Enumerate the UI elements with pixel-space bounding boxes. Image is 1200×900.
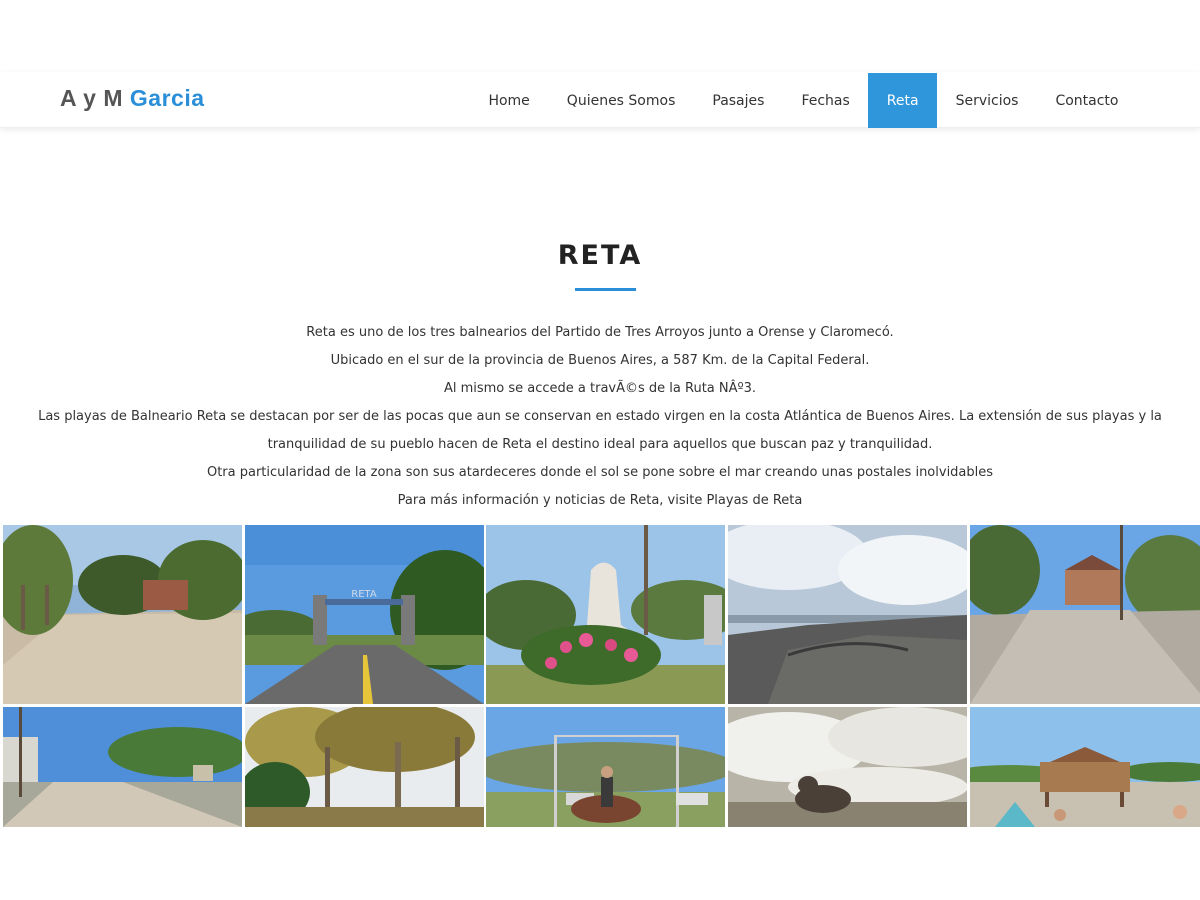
gallery-photo-street-houses[interactable] [970,525,1200,704]
site-logo[interactable]: A y M Garcia [60,85,205,112]
paragraph: Al mismo se accede a travÃ©s de la Ruta … [443,381,757,396]
nav-item-servicios[interactable]: Servicios [937,73,1037,128]
gallery-photo-entrance-gate[interactable]: RETA [245,525,484,704]
gallery-photo-sea-lion[interactable] [728,707,967,827]
logo-text-primary: A y M [60,85,123,111]
paragraph: Para más información y noticias de Reta,… [397,493,803,508]
logo-text-accent: Garcia [129,85,205,111]
gallery-photo-statue[interactable] [486,525,725,704]
gallery-photo-beach-bar[interactable] [970,707,1200,827]
description-text: Reta es uno de los tres balnearios del P… [0,319,1200,515]
page-title: RETA [557,240,643,271]
nav-item-reta[interactable]: Reta [868,73,938,128]
nav-item-quienes-somos[interactable]: Quienes Somos [548,73,694,128]
paragraph: Reta es uno de los tres balnearios del P… [306,325,894,340]
nav-item-pasajes[interactable]: Pasajes [694,73,783,128]
gallery-photo-sandy-street[interactable] [3,707,242,827]
gallery-photo-forest[interactable] [245,707,484,827]
paragraph: Otra particularidad de la zona son sus a… [206,465,994,480]
title-underline [575,288,636,291]
photo-gallery: RETA [0,525,1200,827]
main-nav: Home Quienes Somos Pasajes Fechas Reta S… [470,73,1137,128]
gate-sign-text: RETA [351,589,377,600]
nav-item-home[interactable]: Home [470,73,548,128]
paragraph: Ubicado en el sur de la provincia de Bue… [330,353,870,368]
site-header: A y M Garcia Home Quienes Somos Pasajes … [0,72,1200,128]
nav-item-contacto[interactable]: Contacto [1037,73,1137,128]
gallery-photo-horse-rider[interactable] [486,707,725,827]
gallery-photo-dunes[interactable] [728,525,967,704]
gallery-photo-dirt-road[interactable] [3,525,242,704]
nav-item-fechas[interactable]: Fechas [783,73,868,128]
paragraph: Las playas de Balneario Reta se destacan… [38,409,1162,452]
